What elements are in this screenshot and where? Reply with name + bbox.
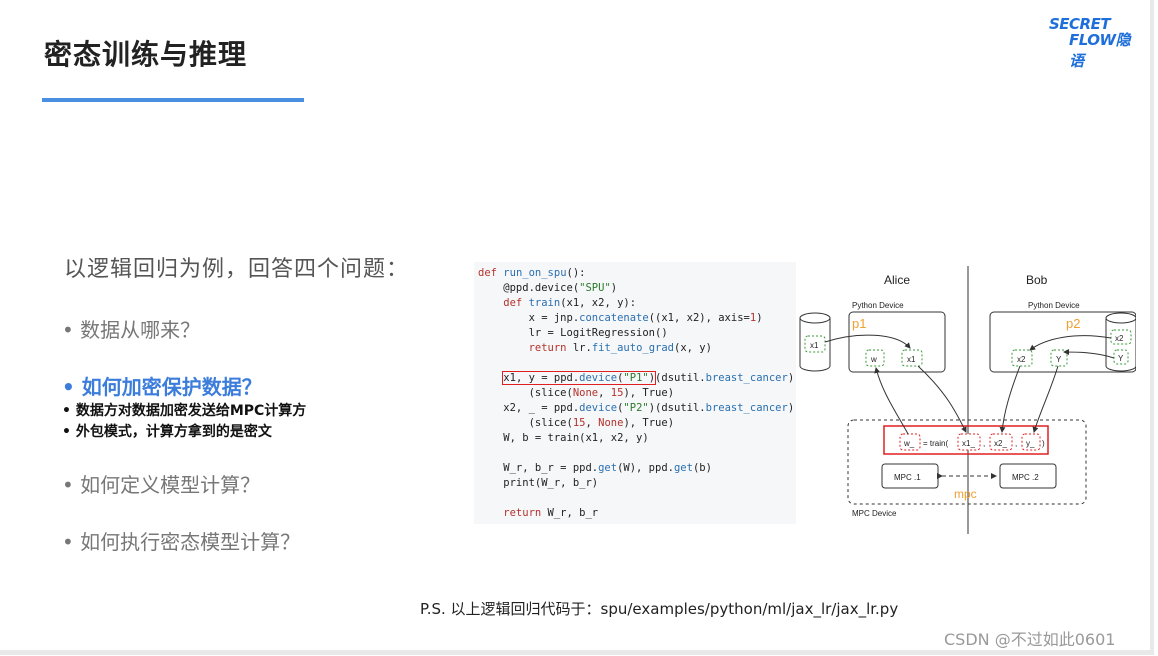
train-x2-text: x2_ bbox=[994, 439, 1007, 448]
code-text-part: x = jnp. bbox=[478, 312, 580, 324]
code-text-part: )(dsutil. bbox=[648, 402, 706, 414]
code-func: concatenate bbox=[579, 312, 649, 324]
code-text-part: (x, y) bbox=[674, 342, 712, 354]
code-string: "P2" bbox=[623, 402, 649, 414]
alice-database-top bbox=[799, 312, 831, 324]
title-underline bbox=[42, 98, 304, 102]
code-text-part: ), True) bbox=[623, 417, 675, 429]
intro-text: 以逻辑回归为例，回答四个问题： bbox=[64, 257, 410, 282]
code-text-part: ) bbox=[610, 282, 618, 294]
mpc-1-text: MPC .1 bbox=[894, 473, 921, 482]
code-text-part: ((x1, x2), axis= bbox=[648, 312, 750, 324]
code-text-part: (x1, x2, y): bbox=[560, 297, 637, 309]
secretflow-logo: SECRET FLOW隐语 bbox=[1047, 15, 1143, 70]
code-text-part: (slice( bbox=[478, 417, 573, 429]
code-text-part: , bbox=[585, 417, 599, 429]
bob-database-top bbox=[1105, 312, 1136, 324]
code-text-part: W, b = train(x1, x2, y) bbox=[478, 432, 649, 444]
comma-1: , bbox=[983, 439, 985, 448]
bob-db-y-text: Y bbox=[1118, 354, 1124, 363]
code-text-part: ), True) bbox=[623, 387, 675, 399]
arrow-x2-to-train bbox=[999, 365, 1021, 433]
comma-2: , bbox=[1015, 439, 1017, 448]
code-text-part: , bbox=[598, 387, 611, 399]
code-text-part: x1, y = ppd. bbox=[503, 372, 580, 384]
code-text-part: @ppd.device( bbox=[478, 282, 580, 294]
bob-y-text: Y bbox=[1056, 355, 1062, 364]
highlighted-code: x1, y = ppd.device("P1") bbox=[502, 371, 657, 385]
logo-line-2: FLOW隐语 bbox=[1069, 31, 1131, 70]
mpc-device-label: MPC Device bbox=[852, 509, 897, 518]
code-text-part: (): bbox=[566, 267, 586, 279]
code-number: None bbox=[598, 417, 624, 429]
mpc-label: mpc bbox=[954, 487, 977, 501]
code-number: 15 bbox=[610, 387, 624, 399]
code-text-part: ) bbox=[756, 312, 763, 324]
code-text-part: lr = LogitRegression() bbox=[478, 327, 668, 339]
code-string: "SPU" bbox=[579, 282, 611, 294]
bob-x2-text: x2 bbox=[1017, 355, 1026, 364]
question-4: • 如何执行密态模型计算？ bbox=[62, 530, 301, 554]
sub-point-1: • 数据方对数据加密发送给MPC计算方 bbox=[62, 403, 307, 419]
code-text-part: ) bbox=[787, 402, 795, 414]
slide-title: 密态训练与推理 bbox=[44, 38, 248, 71]
code-func: device bbox=[579, 402, 618, 414]
code-block: def run_on_spu(): @ppd.device("SPU") def… bbox=[474, 262, 796, 524]
code-func: fit_auto_grad bbox=[591, 342, 674, 354]
code-func: train bbox=[522, 297, 561, 309]
code-number: 15 bbox=[572, 417, 586, 429]
footnote: P.S. 以上逻辑回归代码于：spu/examples/python/ml/ja… bbox=[420, 600, 899, 618]
code-keyword: def bbox=[478, 297, 523, 309]
code-func: breast_cancer bbox=[705, 372, 788, 384]
code-keyword: return bbox=[478, 342, 567, 354]
arrow-y-to-train bbox=[1032, 365, 1059, 433]
code-func: run_on_spu bbox=[503, 267, 567, 279]
close-paren: ) bbox=[1042, 439, 1045, 448]
alice-db-x1-text: x1 bbox=[810, 341, 819, 350]
spu-device-diagram: Alice Bob Python Device p1 w x1 x1 Pytho… bbox=[799, 266, 1136, 534]
code-text-part: lr. bbox=[566, 342, 592, 354]
question-1: • 数据从哪来？ bbox=[62, 318, 201, 342]
bob-python-device-label: Python Device bbox=[1028, 301, 1080, 310]
code-text-part: W_r, b_r = ppd. bbox=[478, 462, 599, 474]
code-text-part: (b) bbox=[692, 462, 712, 474]
code-text-part: (slice( bbox=[478, 387, 573, 399]
p1-label: p1 bbox=[852, 316, 866, 331]
question-3: • 如何定义模型计算？ bbox=[62, 473, 261, 497]
train-y-text: y_ bbox=[1026, 439, 1035, 448]
alice-x1-text: x1 bbox=[907, 355, 916, 364]
question-2-active: • 如何加密保护数据？ bbox=[62, 375, 262, 399]
code-text-part: ) bbox=[787, 372, 795, 384]
code-text-part: print(W_r, b_r) bbox=[478, 477, 599, 489]
arrow-x1-to-train bbox=[917, 365, 967, 433]
alice-python-device-label: Python Device bbox=[852, 301, 904, 310]
code-func: get bbox=[673, 462, 693, 474]
code-func: get bbox=[598, 462, 618, 474]
train-eq-text: = train( bbox=[923, 439, 948, 448]
bob-db-x2-text: x2 bbox=[1115, 334, 1124, 343]
code-text-part: x2, _ = ppd. bbox=[478, 402, 580, 414]
code-number: None bbox=[572, 387, 599, 399]
code-func: device bbox=[579, 372, 618, 384]
code-func: breast_cancer bbox=[705, 402, 788, 414]
code-keyword: def bbox=[478, 267, 497, 279]
mpc-2-text: MPC .2 bbox=[1012, 473, 1039, 482]
slide: 密态训练与推理 SECRET FLOW隐语 以逻辑回归为例，回答四个问题： • … bbox=[0, 0, 1154, 655]
bob-label: Bob bbox=[1026, 273, 1048, 287]
train-w-text: w_ bbox=[903, 439, 915, 448]
sub-point-2: • 外包模式，计算方拿到的是密文 bbox=[62, 424, 272, 440]
code-text-part: (dsutil. bbox=[655, 372, 706, 384]
code-keyword: return bbox=[478, 507, 542, 519]
p2-label: p2 bbox=[1066, 316, 1080, 331]
code-text: def run_on_spu(): @ppd.device("SPU") def… bbox=[474, 262, 796, 521]
alice-w-text: w bbox=[870, 355, 877, 364]
arrow-train-to-w bbox=[874, 367, 909, 435]
alice-label: Alice bbox=[884, 273, 910, 287]
csdn-watermark: CSDN @不过如此0601 bbox=[944, 630, 1116, 649]
code-text-part: W_r, b_r bbox=[541, 507, 599, 519]
code-text-part: (W), ppd. bbox=[617, 462, 674, 474]
code-string: "P1" bbox=[623, 372, 649, 384]
train-x1-text: x1_ bbox=[962, 439, 975, 448]
